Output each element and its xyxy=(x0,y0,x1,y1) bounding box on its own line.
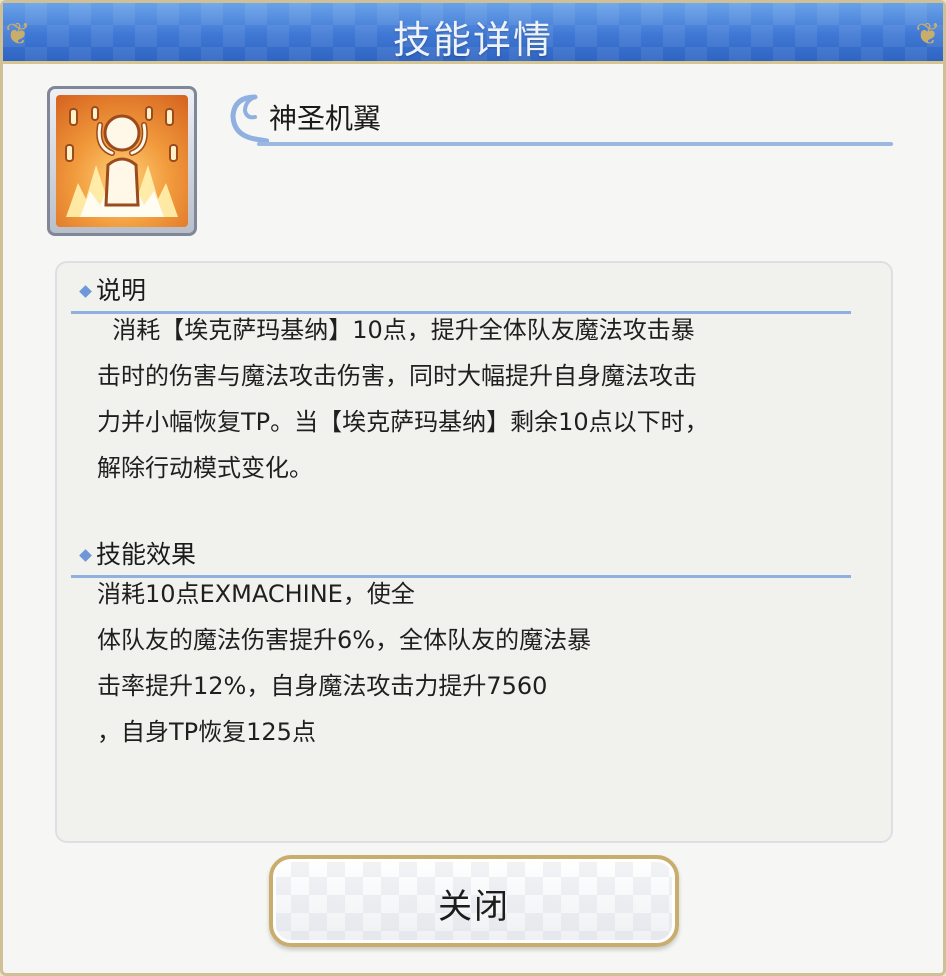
close-button-label: 关闭 xyxy=(438,887,510,927)
description-line: 解除行动模式变化。 xyxy=(97,454,313,482)
effect-heading: 技能效果 xyxy=(79,535,197,571)
effect-text: 消耗10点EXMACHINE，使全 体队友的魔法伤害提升6%，全体队友的魔法暴 … xyxy=(97,571,837,755)
title-bar: ❦ 技能详情 ❦ xyxy=(3,3,943,64)
effect-line: ，自身TP恢复125点 xyxy=(97,718,316,746)
effect-line: 体队友的魔法伤害提升6%，全体队友的魔法暴 xyxy=(97,626,592,654)
description-line: 消耗【埃克萨玛基纳】10点，提升全体队友魔法攻击暴 xyxy=(97,316,695,344)
skill-name-divider xyxy=(257,142,893,146)
diamond-bullet-icon xyxy=(79,285,92,298)
effect-line: 消耗10点EXMACHINE，使全 xyxy=(97,580,415,608)
effect-line: 击率提升12%，自身魔法攻击力提升7560 xyxy=(97,672,548,700)
dialog-title: 技能详情 xyxy=(392,18,553,62)
corner-ornament-right-icon: ❦ xyxy=(915,17,941,52)
swirl-ornament-icon xyxy=(230,94,269,144)
description-text: 消耗【埃克萨玛基纳】10点，提升全体队友魔法攻击暴 击时的伤害与魔法攻击伤害，同… xyxy=(97,307,837,491)
description-heading-label: 说明 xyxy=(96,276,147,305)
diamond-bullet-icon xyxy=(79,549,92,562)
description-heading: 说明 xyxy=(79,271,147,307)
skill-charge-icon xyxy=(56,95,188,227)
effect-heading-label: 技能效果 xyxy=(96,540,197,569)
description-line: 击时的伤害与魔法攻击伤害，同时大幅提升自身魔法攻击 xyxy=(97,362,697,390)
close-button[interactable]: 关闭 xyxy=(269,855,679,947)
content-panel: 说明 消耗【埃克萨玛基纳】10点，提升全体队友魔法攻击暴 击时的伤害与魔法攻击伤… xyxy=(55,261,893,843)
skill-detail-dialog: ❦ 技能详情 ❦ 神圣机翼 说明 消耗【埃克萨玛基纳】10点，提升全体队友魔法攻… xyxy=(0,0,946,976)
description-line: 力并小幅恢复TP。当【埃克萨玛基纳】剩余10点以下时， xyxy=(97,408,709,436)
skill-name: 神圣机翼 xyxy=(269,102,382,135)
skill-icon-frame xyxy=(47,86,197,236)
